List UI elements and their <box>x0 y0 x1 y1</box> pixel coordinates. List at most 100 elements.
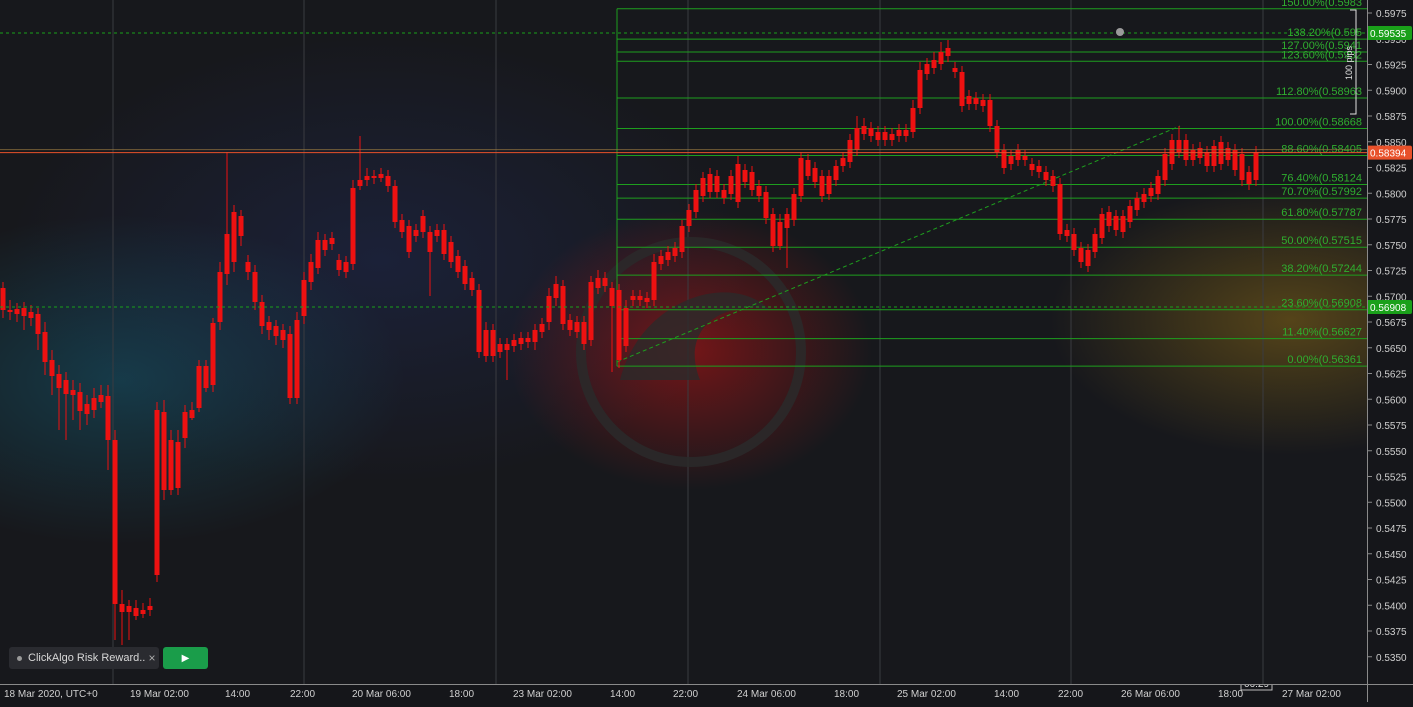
candle-bearish <box>1141 194 1147 202</box>
candle-bearish <box>777 222 783 246</box>
candle-bearish <box>70 390 76 395</box>
candle-bearish <box>637 296 643 300</box>
candle-bearish <box>287 334 293 398</box>
candle-bearish <box>805 160 811 176</box>
candle-bearish <box>203 366 209 388</box>
time-axis[interactable]: 18 Mar 2020, UTC+0 19 Mar 02:00 14:00 22:00… <box>0 676 1367 702</box>
candle-bearish <box>658 256 664 264</box>
candle-bearish <box>49 360 55 376</box>
cbot-instance-widget[interactable]: ClickAlgo Risk Reward... × <box>9 647 159 669</box>
candle-bearish <box>91 398 97 410</box>
fib-level-label: 150.00%(0.5983 <box>1281 0 1362 9</box>
time-label: 18:00 <box>834 689 859 700</box>
price-tick-label: 0.5625 <box>1376 370 1407 381</box>
time-label: 22:00 <box>290 689 315 700</box>
candle-bearish <box>196 366 202 408</box>
hline-mid-label: 0.56908 <box>1370 303 1407 314</box>
candle-bearish <box>735 164 741 202</box>
fib-level-label: 61.80%(0.57787 <box>1281 207 1362 219</box>
start-bot-button[interactable]: ▶ <box>163 647 208 669</box>
fib-level-label: 100.00%(0.58668 <box>1275 116 1362 128</box>
candle-bearish <box>392 186 398 222</box>
price-tick-label: 0.5775 <box>1376 215 1407 226</box>
price-axis[interactable]: 0.5975 0.5950 0.5925 0.5900 0.5875 0.5850 0.58… <box>1362 0 1413 684</box>
price-tick-label: 0.5825 <box>1376 164 1407 175</box>
candle-bearish <box>721 190 727 198</box>
candle-bearish <box>399 220 405 232</box>
candle-bearish <box>469 278 475 290</box>
price-tick-label: 0.5500 <box>1376 498 1407 509</box>
candle-bearish <box>1085 250 1091 266</box>
price-tick-label: 0.5350 <box>1376 653 1407 664</box>
fib-level-label: 38.20%(0.57244 <box>1281 263 1362 275</box>
candle-bearish <box>630 296 636 300</box>
candle-bearish <box>784 214 790 228</box>
candle-bearish <box>133 608 139 616</box>
candle-bearish <box>476 290 482 352</box>
candle-bearish <box>812 168 818 182</box>
fib-level-label: 11.40%(0.56627 <box>1282 327 1362 339</box>
price-chart[interactable]: 150.00%(0.5983138.20%(0.595127.00%(0.594… <box>0 0 1367 684</box>
price-tick-label: 0.5425 <box>1376 576 1407 587</box>
candle-bearish <box>1050 176 1056 186</box>
time-label: 22:00 <box>1058 689 1083 700</box>
candle-bearish <box>952 68 958 72</box>
price-tick-label: 0.5600 <box>1376 395 1407 406</box>
current-price-label: 0.58394 <box>1370 149 1407 160</box>
ctrader-logo-swoosh <box>620 292 770 380</box>
time-label: 25 Mar 02:00 <box>897 689 956 700</box>
candle-bearish <box>651 262 657 300</box>
chart-plot-area[interactable]: 150.00%(0.5983 138.20%(0.595 127.00%(0.594… <box>0 0 1367 684</box>
candle-bearish <box>56 374 62 388</box>
candle-bearish <box>266 322 272 330</box>
candle-bearish <box>679 226 685 252</box>
price-tick-label: 0.5550 <box>1376 447 1407 458</box>
candle-bearish <box>686 210 692 226</box>
candle-bearish <box>1211 146 1217 166</box>
candle-bearish <box>350 188 356 264</box>
candle-bearish <box>1169 140 1175 164</box>
candle-bearish <box>714 176 720 192</box>
candle-bearish <box>252 272 258 302</box>
candle-bearish <box>672 248 678 256</box>
price-tick-label: 0.5875 <box>1376 112 1407 123</box>
candle-bearish <box>448 242 454 262</box>
candle-bearish <box>560 286 566 324</box>
candle-bearish <box>1092 234 1098 252</box>
price-tick-label: 0.5900 <box>1376 86 1407 97</box>
price-tick-label: 0.5800 <box>1376 189 1407 200</box>
price-tick-label: 0.5575 <box>1376 421 1407 432</box>
candle-bearish <box>217 272 223 322</box>
candle-bearish <box>420 216 426 232</box>
fib-level-label: 50.00%(0.57515 <box>1281 235 1362 247</box>
candle-bearish <box>728 176 734 194</box>
candle-bearish <box>105 396 111 440</box>
candle-bearish <box>889 134 895 140</box>
candle-bearish <box>945 48 951 56</box>
candle-bearish <box>406 226 412 252</box>
close-icon[interactable]: × <box>145 651 159 665</box>
candle-bearish <box>175 442 181 488</box>
candle-bearish <box>455 256 461 272</box>
candle-bearish <box>238 216 244 236</box>
candle-bearish <box>511 340 517 346</box>
candle-bearish <box>112 440 118 604</box>
candle-bearish <box>616 290 622 360</box>
candle-bearish <box>259 302 265 326</box>
candle-bearish <box>1113 216 1119 230</box>
candle-bearish <box>763 192 769 218</box>
candle-bearish <box>231 212 237 262</box>
time-label: 14:00 <box>994 689 1019 700</box>
candle-bearish <box>1057 184 1063 234</box>
candle-bearish <box>119 604 125 612</box>
candle-bearish <box>847 140 853 162</box>
time-label: 18:00 <box>449 689 474 700</box>
pips-measure-label: 100 pips <box>1344 45 1354 80</box>
candle-bearish <box>595 278 601 288</box>
candle-bearish <box>987 100 993 126</box>
candle-bearish <box>644 298 650 302</box>
candle-bearish <box>280 330 286 340</box>
candle-bearish <box>1204 152 1210 166</box>
fib-level-label: 0.00%(0.56361 <box>1287 354 1362 366</box>
candle-bearish <box>42 332 48 362</box>
